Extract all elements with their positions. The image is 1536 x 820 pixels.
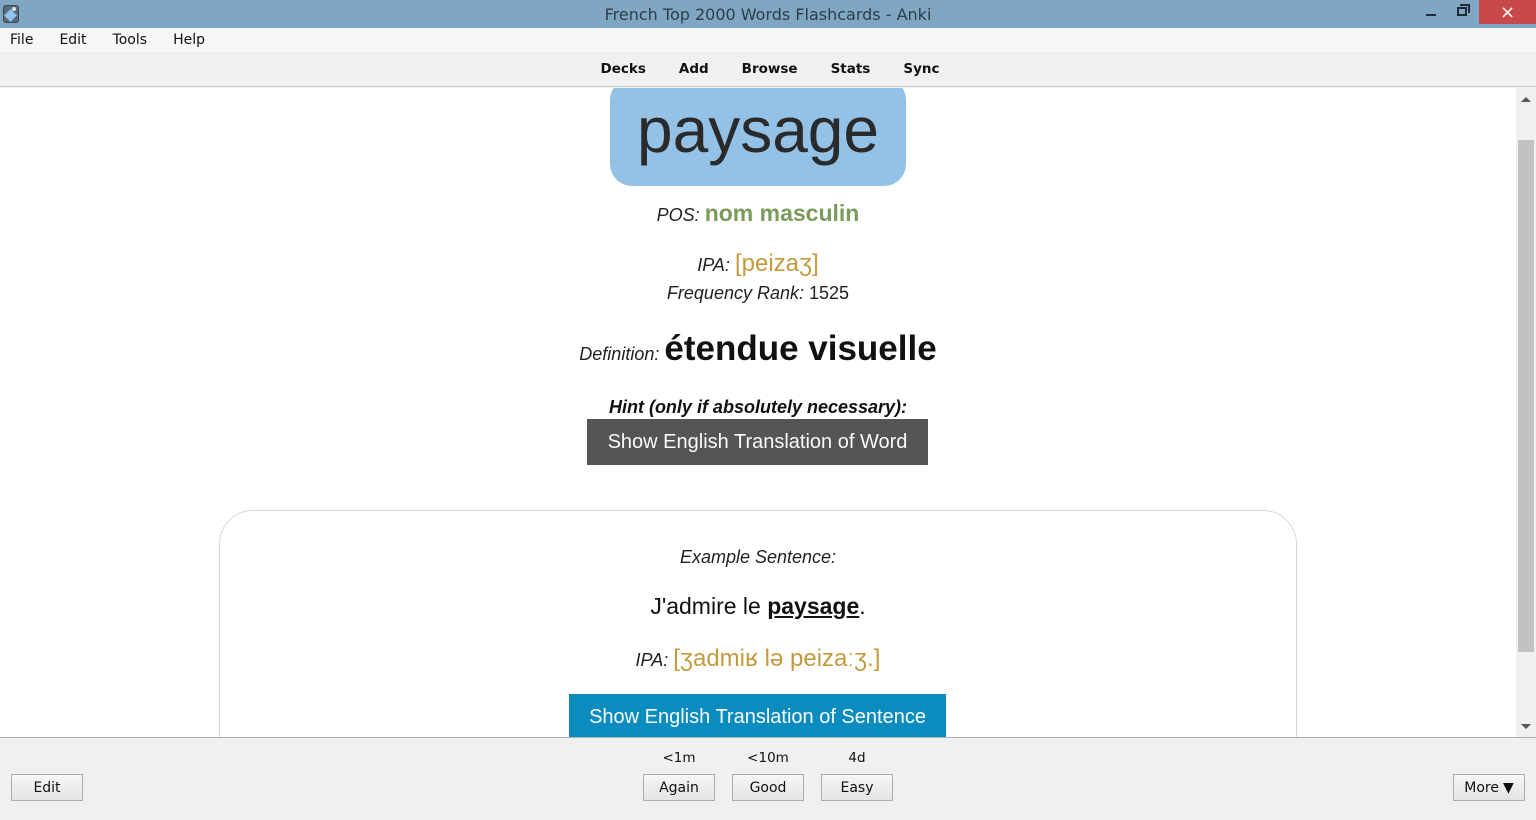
again-interval: <1m bbox=[662, 750, 696, 766]
example-sentence: J'admire le paysage. bbox=[0, 593, 1516, 620]
show-sentence-translation-button[interactable]: Show English Translation of Sentence bbox=[569, 694, 946, 737]
close-icon: × bbox=[1499, 1, 1516, 23]
scroll-up-button[interactable] bbox=[1516, 90, 1536, 108]
easy-button[interactable]: Easy bbox=[821, 774, 893, 801]
menu-bar: File Edit Tools Help bbox=[0, 28, 1536, 52]
more-label: More bbox=[1464, 779, 1499, 796]
definition-line: Definition: étendue visuelle bbox=[0, 329, 1516, 369]
close-button[interactable]: × bbox=[1479, 0, 1536, 24]
restore-button[interactable] bbox=[1447, 0, 1477, 22]
definition-value: étendue visuelle bbox=[664, 329, 937, 368]
frequency-label: Frequency Rank: bbox=[666, 283, 804, 303]
easy-interval: 4d bbox=[848, 750, 866, 766]
frequency-value: 1525 bbox=[809, 283, 850, 303]
menu-tools[interactable]: Tools bbox=[113, 32, 148, 48]
menu-edit[interactable]: Edit bbox=[59, 32, 86, 48]
card-word: paysage bbox=[637, 94, 879, 166]
window-title: French Top 2000 Words Flashcards - Anki bbox=[604, 5, 932, 24]
sentence-start: J'admire le bbox=[650, 593, 768, 619]
review-bottom-bar: Edit <1m <10m 4d Again Good Easy More ▼ bbox=[0, 737, 1536, 820]
toolbar-stats[interactable]: Stats bbox=[831, 61, 871, 77]
arrow-down-icon bbox=[1521, 723, 1531, 729]
title-bar: French Top 2000 Words Flashcards - Anki … bbox=[0, 0, 1536, 28]
vertical-scrollbar[interactable] bbox=[1516, 88, 1536, 737]
example-ipa-line: IPA: [ʒadmiʁ lə peizaːʒ.] bbox=[0, 645, 1516, 673]
pos-line: POS: nom masculin bbox=[0, 200, 1516, 227]
show-word-translation-button[interactable]: Show English Translation of Word bbox=[587, 419, 928, 465]
menu-help[interactable]: Help bbox=[173, 32, 205, 48]
arrow-up-icon bbox=[1521, 96, 1531, 102]
ipa-value: [peizaʒ] bbox=[734, 250, 819, 277]
pos-value: nom masculin bbox=[704, 200, 860, 226]
example-ipa-value: [ʒadmiʁ lə peizaːʒ.] bbox=[673, 645, 881, 672]
scrollbar-thumb[interactable] bbox=[1518, 140, 1534, 652]
hint-label: Hint (only if absolutely necessary): bbox=[608, 397, 908, 417]
edit-button[interactable]: Edit bbox=[11, 774, 83, 801]
menu-file[interactable]: File bbox=[10, 32, 33, 48]
dropdown-arrow-icon: ▼ bbox=[1502, 779, 1514, 796]
more-button[interactable]: More ▼ bbox=[1453, 774, 1525, 801]
toolbar-sync[interactable]: Sync bbox=[903, 61, 939, 77]
example-ipa-label: IPA: bbox=[635, 650, 669, 670]
example-sentence-label: Example Sentence: bbox=[679, 547, 837, 567]
toolbar-decks[interactable]: Decks bbox=[601, 61, 646, 77]
toolbar-add[interactable]: Add bbox=[679, 61, 709, 77]
minimize-icon bbox=[1426, 14, 1436, 16]
good-button[interactable]: Good bbox=[732, 774, 804, 801]
again-button[interactable]: Again bbox=[643, 774, 715, 801]
good-interval: <10m bbox=[747, 750, 789, 766]
main-toolbar: Decks Add Browse Stats Sync bbox=[0, 52, 1536, 87]
sentence-highlight: paysage bbox=[767, 593, 860, 619]
toolbar-browse[interactable]: Browse bbox=[742, 61, 798, 77]
card-view: paysage POS: nom masculin IPA: [peizaʒ] … bbox=[0, 88, 1516, 737]
pos-label: POS: bbox=[656, 205, 700, 225]
frequency-line: Frequency Rank: 1525 bbox=[0, 283, 1516, 304]
ipa-label: IPA: bbox=[697, 255, 730, 275]
scroll-down-button[interactable] bbox=[1516, 717, 1536, 735]
sentence-end: . bbox=[859, 593, 866, 619]
definition-label: Definition: bbox=[579, 344, 660, 364]
ipa-line: IPA: [peizaʒ] bbox=[0, 250, 1516, 278]
minimize-button[interactable] bbox=[1416, 0, 1446, 22]
word-box: paysage bbox=[610, 88, 906, 186]
restore-icon bbox=[1457, 3, 1470, 16]
